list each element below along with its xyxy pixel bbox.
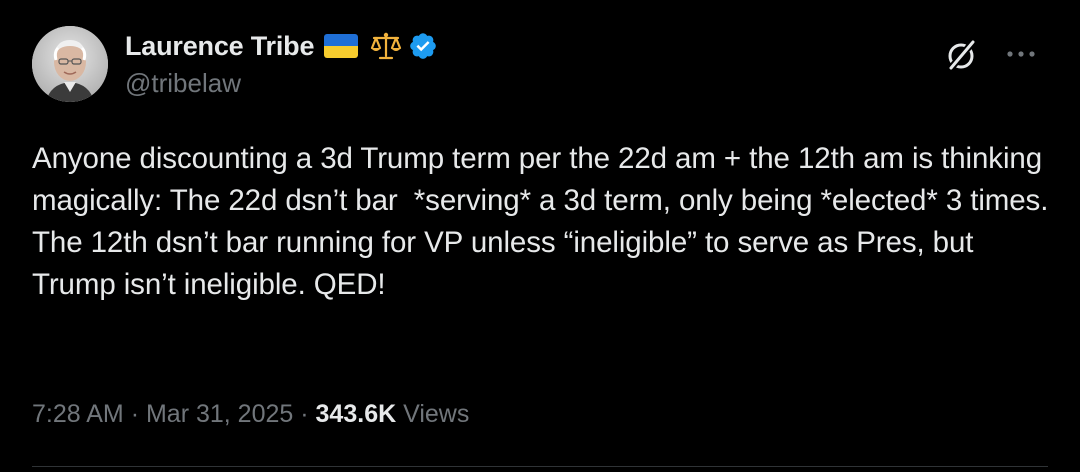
avatar[interactable] xyxy=(32,26,108,102)
tweet-time[interactable]: 7:28 AM xyxy=(32,400,124,428)
tweet-card: Laurence Tribe @tribelaw Anyone discount… xyxy=(0,0,1080,472)
views-label: Views xyxy=(403,400,470,428)
divider xyxy=(32,466,1048,467)
meta-separator: · xyxy=(300,400,309,428)
meta-separator: · xyxy=(130,400,140,428)
tweet-text: Anyone discounting a 3d Trump term per t… xyxy=(32,142,1056,301)
author-name-row: Laurence Tribe xyxy=(125,28,438,64)
ukraine-flag-icon xyxy=(324,34,359,58)
tweet-meta: 7:28 AM · Mar 31, 2025 · 343.6K Views xyxy=(32,400,469,429)
grok-icon[interactable] xyxy=(943,38,979,74)
scales-of-justice-icon xyxy=(370,31,402,61)
views-count[interactable]: 343.6K xyxy=(316,400,397,428)
more-options-icon[interactable] xyxy=(1003,44,1039,64)
author-handle[interactable]: @tribelaw xyxy=(125,68,241,99)
author-display-name[interactable]: Laurence Tribe xyxy=(125,31,314,62)
tweet-date[interactable]: Mar 31, 2025 xyxy=(146,400,293,428)
verified-badge-icon[interactable] xyxy=(408,31,438,61)
